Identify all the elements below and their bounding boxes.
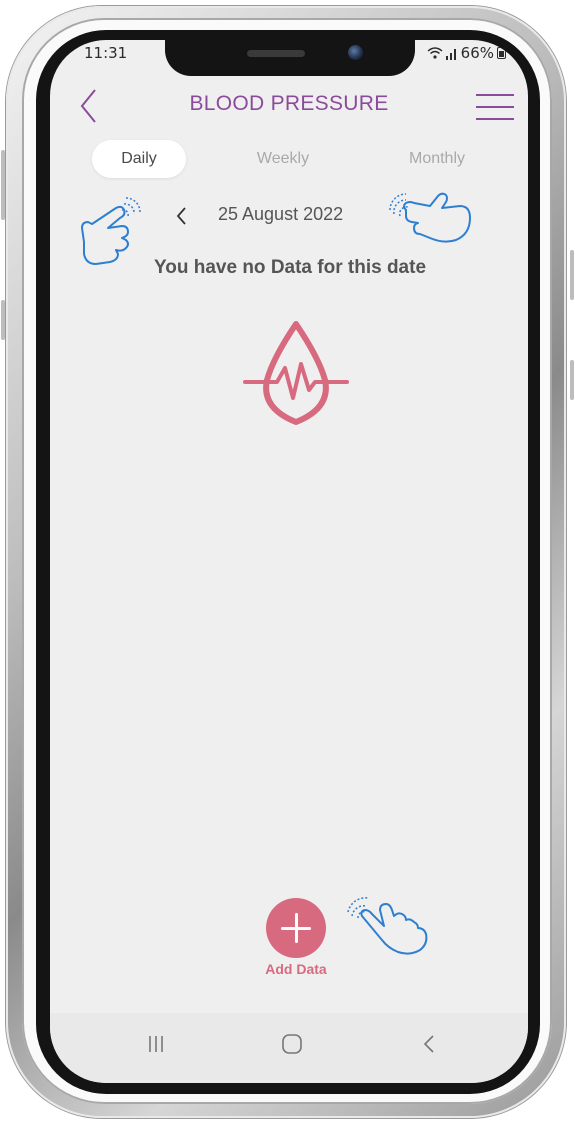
add-data-button[interactable] — [266, 898, 326, 958]
tap-hint-hand-icon — [81, 197, 141, 265]
side-button — [1, 150, 5, 220]
menu-button[interactable] — [476, 92, 514, 124]
selected-date: 25 August 2022 — [218, 204, 344, 224]
side-button — [1, 300, 5, 340]
tap-hint-hand-icon — [347, 897, 428, 955]
empty-state-message: You have no Data for this date — [153, 257, 427, 278]
battery-icon — [497, 47, 506, 59]
home-icon[interactable] — [280, 1033, 304, 1055]
tab-weekly[interactable]: Weekly — [238, 140, 328, 178]
app-screen: 11:31 66% BLOOD PRESSURE Daily Weekly Mo… — [50, 40, 528, 1083]
hamburger-menu-icon — [476, 106, 514, 108]
hamburger-menu-icon — [476, 94, 514, 96]
wifi-icon — [427, 47, 443, 59]
recent-apps-icon[interactable] — [146, 1033, 166, 1055]
battery-percent: 66% — [460, 44, 494, 62]
notch — [165, 40, 415, 76]
signal-icon — [445, 48, 456, 60]
status-icons: 66% — [427, 44, 506, 62]
tab-monthly[interactable]: Monthly — [392, 140, 482, 178]
status-time: 11:31 — [84, 44, 128, 62]
page-title: BLOOD PRESSURE — [189, 92, 389, 115]
side-button — [570, 360, 574, 400]
tap-hint-hand-icon — [389, 192, 471, 243]
chevron-left-icon — [176, 207, 186, 225]
system-nav-bar — [50, 1013, 528, 1083]
previous-date-button[interactable] — [170, 202, 194, 230]
hamburger-menu-icon — [476, 118, 514, 120]
back-icon[interactable] — [420, 1033, 438, 1055]
add-data-label[interactable]: Add Data — [246, 961, 346, 977]
period-tabs: Daily Weekly Monthly — [50, 140, 528, 180]
blood-drop-pulse-icon — [243, 321, 349, 425]
phone-mockup: 11:31 66% BLOOD PRESSURE Daily Weekly Mo… — [0, 0, 575, 1126]
speaker — [247, 50, 305, 57]
tab-daily[interactable]: Daily — [92, 140, 186, 178]
side-button — [570, 250, 574, 300]
front-camera — [348, 45, 363, 60]
